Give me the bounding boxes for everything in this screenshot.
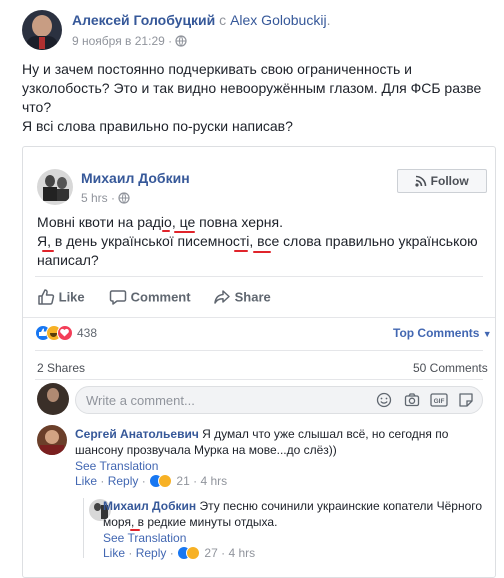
follow-label: Follow [430,174,469,188]
see-translation-link[interactable]: See Translation [103,530,488,546]
reply-reaction-count: 27 [204,546,218,560]
share-arrow-icon [214,290,230,304]
like-label: Like [58,289,85,305]
svg-text:GIF: GIF [434,398,445,405]
shared-text-line: Я, в день української писемності, все сл… [37,233,478,249]
reply-reply-link[interactable]: Reply [136,546,167,560]
caret-down-icon: ▼ [482,329,492,339]
comment-reply-link[interactable]: Reply [108,474,139,488]
reply-reactions[interactable] [177,546,201,560]
red-underline-mark [162,230,170,232]
rss-follow-icon [415,175,427,187]
shared-post-card: Михаил Добкин 5 hrs · Follow Мовні квоти… [22,146,496,578]
comment-label: Comment [130,289,191,305]
shares-count[interactable]: 2 Shares [37,361,85,375]
comment-action[interactable]: Comment [109,288,191,306]
comment-reaction-count: 21 [176,474,190,488]
emoji-icon[interactable] [376,392,392,408]
gif-icon[interactable]: GIF [430,392,448,408]
reply-actions: Like · Reply · 27 · 4 hrs [103,546,256,560]
comments-count[interactable]: 50 Comments [413,361,488,375]
comment-author[interactable]: Сергей Анатольевич [75,427,199,441]
commenter-avatar[interactable] [37,425,67,455]
shared-post-text: Мовні квоти на радіо, це повна херня. Я,… [37,213,487,270]
red-underline-mark [234,250,248,252]
comment-bubble-icon [109,290,127,305]
like-action[interactable]: Like [37,288,85,306]
reply-text-line: моря, в редкие минуты отдыха. [103,515,278,529]
reaction-count: 438 [77,326,98,340]
post-text-line: что? [22,99,52,115]
comment-text-line: Я думал что уже слышал всё, но сегодня п… [202,427,449,441]
current-user-avatar [37,383,69,415]
sticker-icon[interactable] [458,392,474,408]
heart-reaction-icon [57,325,73,341]
author-avatar[interactable] [22,10,62,50]
post-text-line: Я всі слова правильно по-руски написав? [22,118,293,134]
author-name[interactable]: Алексей Голобуцкий [72,12,215,28]
divider [35,350,483,351]
reply-body: Михаил Добкин Эту песню сочинили украинс… [103,498,488,546]
comment-input[interactable]: Write a comment... GIF [75,386,483,414]
reply-time[interactable]: 4 hrs [228,546,255,560]
post-text-line: Ну и зачем постоянно подчеркивать свою о… [22,61,412,77]
comment-like-link[interactable]: Like [75,474,97,488]
globe-icon [118,192,130,204]
comment-actions: Like · Reply · 21 · 4 hrs [75,474,228,488]
comment-reactions[interactable] [149,474,173,488]
reply-text-line: Эту песню сочинили украинские копатели Ч… [199,499,483,513]
top-comments-dropdown[interactable]: Top Comments ▼ [393,326,492,340]
haha-reaction-icon [158,474,173,488]
post-text: Ну и зачем постоянно подчеркивать свою о… [22,60,492,136]
post-meta: 9 ноября в 21:29 · [72,34,188,48]
thumbs-up-icon [38,289,55,305]
shared-post-time[interactable]: 5 hrs · [81,191,115,205]
camera-icon[interactable] [404,392,420,408]
reactions-summary[interactable]: 438 [35,325,125,343]
red-underline-mark [253,251,271,253]
with-connector: с [219,12,227,28]
share-action[interactable]: Share [213,288,271,306]
shared-author-name[interactable]: Михаил Добкин [81,170,190,186]
share-label: Share [234,289,271,305]
comment-text-line: шансону прозвучала Мурка на мове...до сл… [75,443,337,457]
divider [35,379,483,380]
shared-post-meta: 5 hrs · [81,191,130,205]
see-translation-link[interactable]: See Translation [75,458,485,474]
post-header: Алексей Голобуцкий с Alex Golobuckij. [72,12,331,28]
tagged-user[interactable]: Alex Golobuckij [230,12,327,28]
divider [35,276,483,277]
reply-thread-line [83,498,84,558]
post-text-line: узколобость? Это и так видно невооружённ… [22,80,482,96]
red-underline-mark [42,250,54,252]
top-comments-label: Top Comments [393,326,480,340]
shared-text-line: написал? [37,252,99,268]
comment-placeholder: Write a comment... [86,393,195,408]
red-underline-mark [130,529,140,531]
shared-text-line: Мовні квоти на радіо, це повна херня. [37,214,283,230]
comment-body: Сергей Анатольевич Я думал что уже слыша… [75,426,485,474]
shared-author-avatar[interactable] [37,169,73,205]
follow-button[interactable]: Follow [397,169,487,193]
haha-reaction-icon [186,546,201,560]
post-date[interactable]: 9 ноября в 21:29 · [72,34,172,48]
globe-icon [175,35,188,47]
red-underline-mark [174,231,195,233]
reply-like-link[interactable]: Like [103,546,125,560]
reply-author[interactable]: Михаил Добкин [103,499,196,513]
divider [23,317,495,318]
comment-time[interactable]: 4 hrs [200,474,227,488]
